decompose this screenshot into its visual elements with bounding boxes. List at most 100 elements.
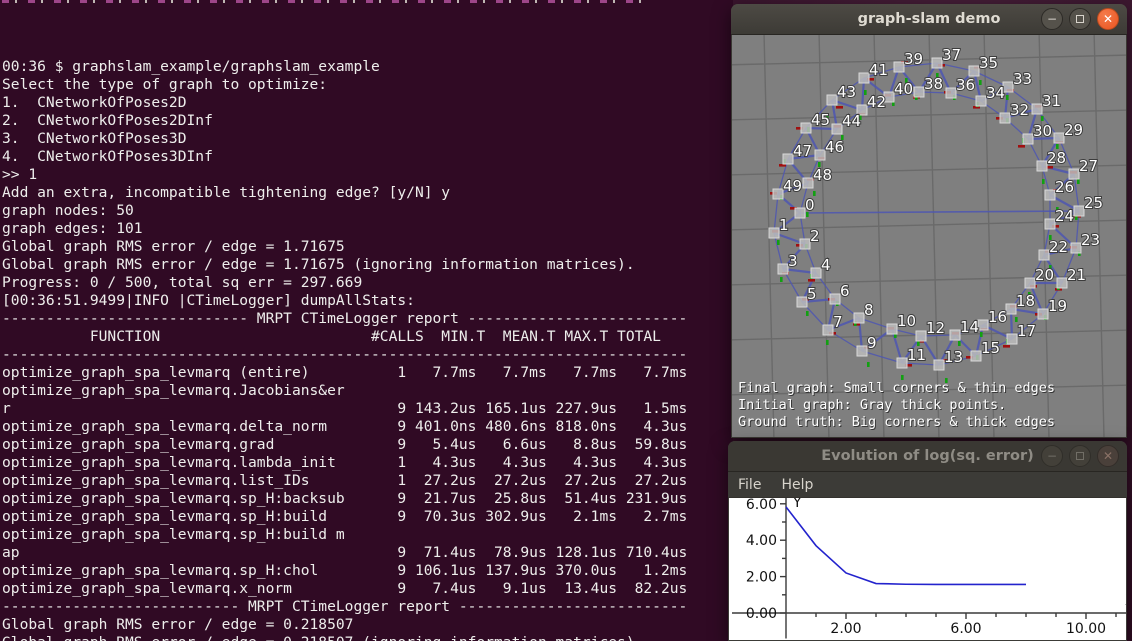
terminal-line: r 9 143.2us 165.1us 227.9us 1.5ms xyxy=(2,400,733,418)
svg-text:6.00: 6.00 xyxy=(746,498,777,513)
svg-text:46: 46 xyxy=(825,138,844,156)
terminal-line: Progress: 0 / 500, total sq err = 297.66… xyxy=(2,274,733,292)
terminal-window[interactable]: 00:36 $ graphslam_example/graphslam_exam… xyxy=(0,0,733,641)
svg-text:39: 39 xyxy=(904,50,923,68)
svg-text:22: 22 xyxy=(1049,238,1068,256)
desktop: { "terminal": { "lines": [ "00:36 $ grap… xyxy=(0,0,1132,641)
terminal-line: ---------------------------- MRPT CTimeL… xyxy=(2,310,733,328)
terminal-output: 00:36 $ graphslam_example/graphslam_exam… xyxy=(2,58,733,641)
svg-text:28: 28 xyxy=(1047,149,1066,167)
terminal-line: Global graph RMS error / edge = 0.218507 xyxy=(2,616,733,634)
terminal-line: optimize_graph_spa_levmarq.sp_H:build m xyxy=(2,526,733,544)
graph-slam-titlebar[interactable]: graph-slam demo − ✕ xyxy=(731,4,1127,35)
svg-text:49: 49 xyxy=(783,177,802,195)
svg-text:45: 45 xyxy=(811,111,830,129)
graph-slam-title: graph-slam demo xyxy=(858,11,1001,27)
svg-text:37: 37 xyxy=(942,46,961,64)
terminal-line: Global graph RMS error / edge = 1.71675 … xyxy=(2,256,733,274)
terminal-line: Global graph RMS error / edge = 0.218507… xyxy=(2,634,733,641)
terminal-line: Select the type of graph to optimize: xyxy=(2,76,733,94)
svg-text:38: 38 xyxy=(924,75,943,93)
svg-text:12: 12 xyxy=(926,319,945,337)
svg-text:0: 0 xyxy=(805,196,815,214)
graph-3d-viewport[interactable]: 0123456789101112131415161718192021222324… xyxy=(732,35,1126,437)
svg-text:23: 23 xyxy=(1081,231,1100,249)
svg-text:2.00: 2.00 xyxy=(830,621,861,637)
svg-text:10.00: 10.00 xyxy=(1066,621,1106,637)
svg-text:43: 43 xyxy=(837,83,856,101)
svg-text:20: 20 xyxy=(1035,266,1054,284)
error-plot-window: Evolution of log(sq. error) − ✕ File Hel… xyxy=(728,441,1127,641)
terminal-line: [00:36:51.9499|INFO |CTimeLogger] dumpAl… xyxy=(2,292,733,310)
plot-menubar: File Help xyxy=(728,472,1127,498)
close-icon[interactable]: ✕ xyxy=(1097,8,1119,30)
svg-text:36: 36 xyxy=(956,76,975,94)
terminal-line: ----------------------------------------… xyxy=(2,346,733,364)
terminal-line: optimize_graph_spa_levmarq (entire) 1 7.… xyxy=(2,364,733,382)
svg-text:26: 26 xyxy=(1055,178,1074,196)
svg-text:0.00: 0.00 xyxy=(746,606,777,622)
svg-text:27: 27 xyxy=(1079,157,1098,175)
menu-help[interactable]: Help xyxy=(781,477,813,493)
svg-text:42: 42 xyxy=(867,93,886,111)
svg-text:30: 30 xyxy=(1033,122,1052,140)
graph-legend-overlay: Final graph: Small corners & thin edges … xyxy=(738,380,1055,431)
svg-text:29: 29 xyxy=(1064,121,1083,139)
terminal-line: ap 9 71.4us 78.9us 128.1us 710.4us xyxy=(2,544,733,562)
terminal-line: optimize_graph_spa_levmarq.Jacobians&er xyxy=(2,382,733,400)
svg-text:16: 16 xyxy=(988,308,1007,326)
terminal-line: 3. CNetworkOfPoses3D xyxy=(2,130,733,148)
svg-text:6.00: 6.00 xyxy=(950,621,981,637)
plot-title: Evolution of log(sq. error) xyxy=(821,448,1034,464)
graph-slam-demo-window: graph-slam demo − ✕ 01234567891011121314… xyxy=(731,4,1127,438)
svg-text:13: 13 xyxy=(944,348,963,366)
terminal-line: 1. CNetworkOfPoses2D xyxy=(2,94,733,112)
svg-text:32: 32 xyxy=(1010,101,1029,119)
svg-text:3: 3 xyxy=(788,252,798,270)
svg-text:19: 19 xyxy=(1048,297,1067,315)
close-icon[interactable]: ✕ xyxy=(1097,445,1119,467)
terminal-line: 4. CNetworkOfPoses3DInf xyxy=(2,148,733,166)
svg-text:25: 25 xyxy=(1084,194,1103,212)
svg-text:7: 7 xyxy=(833,313,843,331)
terminal-line: optimize_graph_spa_levmarq.sp_H:build 9 … xyxy=(2,508,733,526)
svg-text:10: 10 xyxy=(897,312,916,330)
svg-text:5: 5 xyxy=(807,285,817,303)
maximize-icon[interactable] xyxy=(1069,8,1091,30)
svg-text:4: 4 xyxy=(821,256,831,274)
terminal-line: >> 1 xyxy=(2,166,733,184)
svg-text:31: 31 xyxy=(1042,92,1061,110)
svg-text:2.00: 2.00 xyxy=(746,570,777,586)
terminal-line: optimize_graph_spa_levmarq.sp_H:chol 9 1… xyxy=(2,562,733,580)
terminal-line: optimize_graph_spa_levmarq.grad 9 5.4us … xyxy=(2,436,733,454)
terminal-line: graph edges: 101 xyxy=(2,220,733,238)
terminal-line: 00:36 $ graphslam_example/graphslam_exam… xyxy=(2,58,733,76)
plot-titlebar[interactable]: Evolution of log(sq. error) − ✕ xyxy=(728,441,1127,472)
maximize-icon[interactable] xyxy=(1069,445,1091,467)
svg-text:34: 34 xyxy=(986,84,1005,102)
svg-text:11: 11 xyxy=(907,346,926,364)
terminal-line: --------------------------- MRPT CTimeLo… xyxy=(2,598,733,616)
svg-text:40: 40 xyxy=(894,80,913,98)
terminal-line: optimize_graph_spa_levmarq.lambda_init 1… xyxy=(2,454,733,472)
svg-text:44: 44 xyxy=(842,112,861,130)
terminal-line: optimize_graph_spa_levmarq.list_IDs 1 27… xyxy=(2,472,733,490)
svg-text:Y: Y xyxy=(792,498,802,511)
svg-text:35: 35 xyxy=(979,54,998,72)
svg-text:X: X xyxy=(1125,593,1126,609)
svg-text:48: 48 xyxy=(813,166,832,184)
graph-render: 0123456789101112131415161718192021222324… xyxy=(732,35,1126,437)
terminal-line: Add an extra, incompatible tightening ed… xyxy=(2,184,733,202)
terminal-line: Global graph RMS error / edge = 1.71675 xyxy=(2,238,733,256)
minimize-icon[interactable]: − xyxy=(1041,8,1063,30)
svg-text:18: 18 xyxy=(1016,292,1035,310)
svg-text:2: 2 xyxy=(810,227,820,245)
svg-text:8: 8 xyxy=(864,301,874,319)
svg-text:14: 14 xyxy=(960,318,979,336)
svg-text:9: 9 xyxy=(867,334,877,352)
menu-file[interactable]: File xyxy=(738,477,761,493)
plot-canvas[interactable]: 2.006.0010.000.002.004.006.00YX xyxy=(729,498,1126,640)
minimize-icon[interactable]: − xyxy=(1041,445,1063,467)
terminal-line: optimize_graph_spa_levmarq.x_norm 9 7.4u… xyxy=(2,580,733,598)
svg-text:15: 15 xyxy=(981,339,1000,357)
